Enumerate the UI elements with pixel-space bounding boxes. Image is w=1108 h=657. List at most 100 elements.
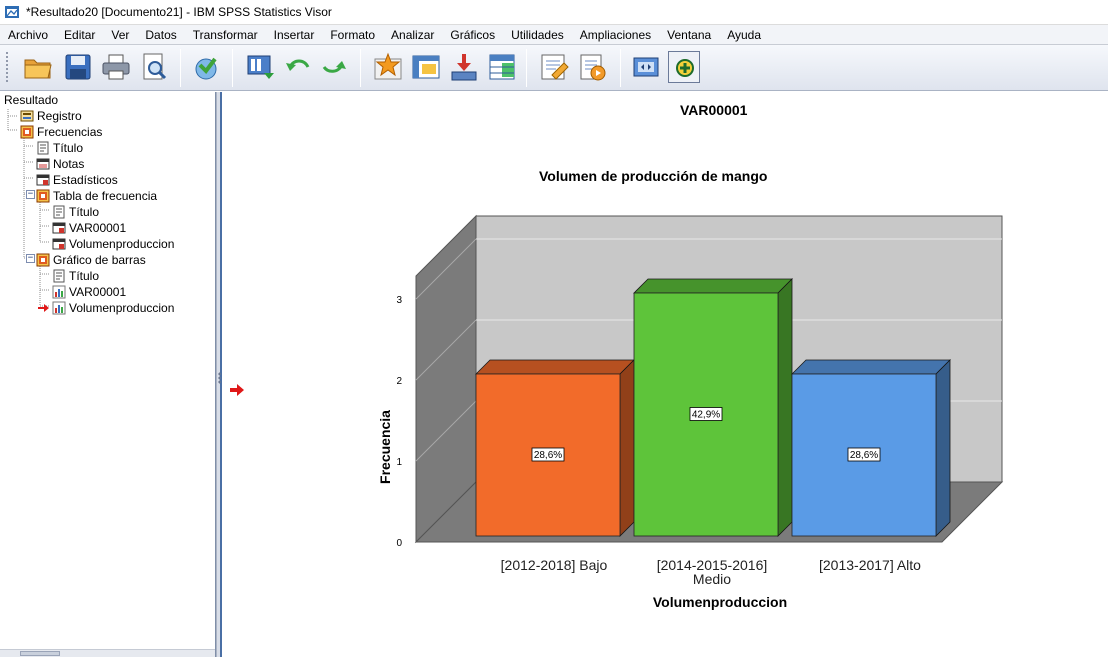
- toolbar: [0, 45, 1108, 91]
- chart-icon: [52, 301, 66, 315]
- procedure-icon: [20, 125, 34, 139]
- outline-item-registro[interactable]: Registro: [20, 108, 82, 124]
- data-label: 28,6%: [534, 450, 562, 461]
- x-axis-labels: [2012-2018] Bajo [2014-2015-2016]Medio[20…: [501, 557, 922, 587]
- table-icon: [36, 174, 50, 186]
- outline-item-titulo-1[interactable]: Título: [36, 140, 83, 156]
- outline-item-label: Gráfico de barras: [53, 253, 146, 267]
- menu-graficos[interactable]: Gráficos: [442, 28, 503, 42]
- outline-item-grafico-barras[interactable]: Gráfico de barras: [36, 252, 146, 268]
- bar-top-face: [791, 359, 951, 375]
- y-tick-label: 3: [396, 295, 402, 306]
- scrollbar-thumb[interactable]: [20, 651, 60, 656]
- outline-item-volumen-chart[interactable]: Volumenproduccion: [38, 300, 174, 316]
- output-pane: VAR00001 Volumen de producción de mango …: [222, 92, 1108, 657]
- outline-item-var00001-chart[interactable]: VAR00001: [52, 284, 126, 300]
- full-screen-icon[interactable]: [630, 51, 662, 83]
- bar-side-face: [935, 359, 951, 537]
- procedure-icon: [36, 253, 50, 267]
- designate-window-icon[interactable]: [538, 51, 570, 83]
- bar-top-face: [633, 278, 793, 294]
- outline-item-label: Registro: [37, 109, 82, 123]
- outline-item-notas[interactable]: Notas: [36, 156, 84, 172]
- procedure-icon: [36, 189, 50, 203]
- outline-item-label: Título: [53, 141, 84, 155]
- menu-datos[interactable]: Datos: [137, 28, 184, 42]
- outline-item-titulo-2[interactable]: Título: [52, 204, 99, 220]
- split-file-icon[interactable]: [486, 51, 518, 83]
- outline-item-var00001-table[interactable]: VAR00001: [52, 220, 126, 236]
- menu-insertar[interactable]: Insertar: [266, 28, 323, 42]
- x-tick-label: Medio: [693, 571, 731, 587]
- print-preview-icon[interactable]: [138, 51, 170, 83]
- x-axis-label: Volumenproduccion: [653, 594, 787, 610]
- goto-case-icon[interactable]: [410, 51, 442, 83]
- menu-utilidades[interactable]: Utilidades: [503, 28, 572, 42]
- window-title: *Resultado20 [Documento21] - IBM SPSS St…: [26, 5, 332, 19]
- bar[interactable]: 42,9%: [633, 278, 793, 537]
- export-icon[interactable]: [190, 51, 222, 83]
- bar[interactable]: 28,6%: [475, 359, 635, 537]
- open-folder-icon[interactable]: [22, 51, 54, 83]
- star-goto-icon[interactable]: [372, 51, 404, 83]
- outline-item-label: Tabla de frecuencia: [53, 189, 158, 203]
- menu-editar[interactable]: Editar: [56, 28, 103, 42]
- bar-side-face: [777, 278, 793, 537]
- bar-chart[interactable]: 0123 28,6%42,9%28,6% [2012-2018] Bajo [20…: [362, 212, 1022, 622]
- menu-formato[interactable]: Formato: [322, 28, 383, 42]
- outline-item-label: Resultado: [4, 93, 59, 107]
- tree-expander-grafico[interactable]: −: [26, 254, 35, 263]
- table-icon: [52, 238, 66, 250]
- outline-item-label: VAR00001: [69, 221, 127, 235]
- outline-item-volumen-table[interactable]: Volumenproduccion: [52, 236, 174, 252]
- menu-transformar[interactable]: Transformar: [185, 28, 266, 42]
- title-icon: [37, 141, 49, 155]
- bar[interactable]: 28,6%: [791, 359, 951, 537]
- chart-icon: [52, 285, 66, 299]
- menu-ventana[interactable]: Ventana: [659, 28, 719, 42]
- chart-title: Volumen de producción de mango: [539, 168, 768, 184]
- data-label: 42,9%: [692, 410, 720, 421]
- bar-side-face: [619, 359, 635, 537]
- outline-pane: − − Resultado Registro Frecuencias Títul…: [0, 92, 216, 657]
- output-heading: VAR00001: [680, 102, 748, 118]
- window-titlebar: *Resultado20 [Documento21] - IBM SPSS St…: [0, 0, 1108, 25]
- outline-root[interactable]: Resultado: [4, 92, 58, 108]
- outline-item-label: Frecuencias: [37, 125, 103, 139]
- y-tick-label: 0: [396, 538, 402, 549]
- outline-horizontal-scrollbar[interactable]: [0, 649, 215, 657]
- menu-analizar[interactable]: Analizar: [383, 28, 442, 42]
- current-item-arrow-icon: [38, 304, 49, 312]
- add-icon[interactable]: [668, 51, 700, 83]
- undo-icon[interactable]: [282, 51, 314, 83]
- x-tick-label: [2012-2018] Bajo: [501, 557, 608, 573]
- spss-app-icon: [5, 6, 19, 18]
- insert-data-icon[interactable]: [244, 51, 276, 83]
- splitter-grip[interactable]: [218, 372, 221, 384]
- tree-expander-tabla[interactable]: −: [26, 190, 35, 199]
- redo-icon[interactable]: [318, 51, 350, 83]
- print-icon[interactable]: [100, 51, 132, 83]
- weight-cases-icon[interactable]: [448, 51, 480, 83]
- outline-item-label: Volumenproduccion: [69, 301, 175, 315]
- outline-item-estadisticos[interactable]: Estadísticos: [36, 172, 118, 188]
- data-label: 28,6%: [850, 450, 878, 461]
- outline-item-label: Título: [69, 205, 100, 219]
- menu-archivo[interactable]: Archivo: [0, 28, 56, 42]
- toolbar-grip[interactable]: [5, 51, 9, 83]
- outline-item-titulo-3[interactable]: Título: [52, 268, 99, 284]
- y-axis-ticks: 0 1 2 3: [396, 295, 402, 549]
- script-icon[interactable]: [576, 51, 608, 83]
- outline-item-frecuencias[interactable]: Frecuencias: [20, 124, 102, 140]
- outline-item-label: Notas: [53, 157, 85, 171]
- menu-ver[interactable]: Ver: [103, 28, 137, 42]
- bar-top-face: [475, 359, 635, 375]
- y-tick-label: 1: [396, 457, 402, 468]
- notes-icon: [36, 158, 50, 170]
- menu-ampliaciones[interactable]: Ampliaciones: [572, 28, 659, 42]
- outline-item-tabla-frecuencia[interactable]: Tabla de frecuencia: [36, 188, 157, 204]
- menu-ayuda[interactable]: Ayuda: [719, 28, 769, 42]
- outline-item-label: VAR00001: [69, 285, 127, 299]
- save-icon[interactable]: [62, 51, 94, 83]
- current-item-arrow-icon: [230, 384, 244, 396]
